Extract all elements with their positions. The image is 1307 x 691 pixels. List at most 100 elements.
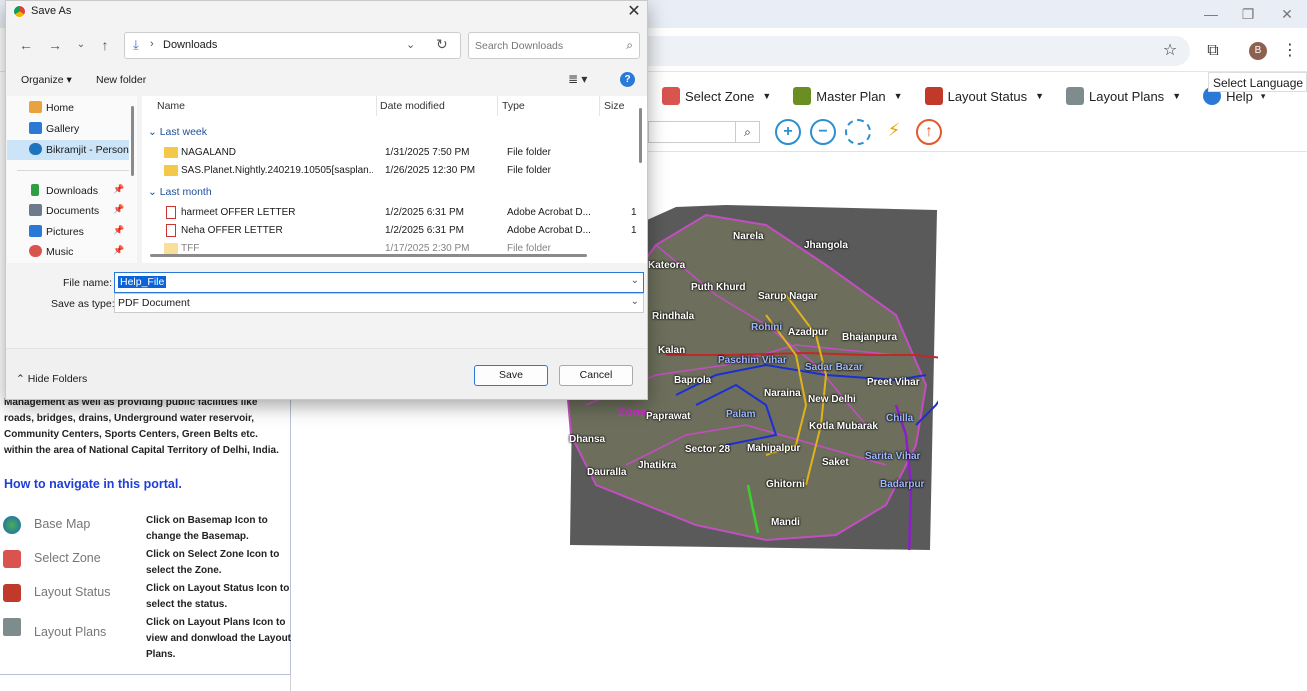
column-divider[interactable] — [497, 96, 498, 116]
file-list: Name Date modified Type Size ⌄ Last week… — [142, 96, 647, 263]
map-label: Kalan — [658, 345, 686, 356]
map-label: Jhatikra — [638, 460, 677, 471]
organize-button[interactable]: Organize ▾ — [21, 74, 72, 86]
save-as-type-select[interactable]: PDF Document ⌄ — [114, 293, 644, 313]
chevron-down-icon[interactable]: ⌄ — [631, 296, 639, 307]
pdf-icon — [166, 224, 176, 237]
group-header-last-month[interactable]: ⌄ Last month — [148, 186, 212, 198]
new-folder-button[interactable]: New folder — [96, 74, 146, 86]
browser-menu-icon[interactable]: ⋮ — [1279, 40, 1301, 62]
pin-icon[interactable]: 📌 — [113, 204, 124, 215]
zoom-out-icon[interactable]: − — [810, 119, 836, 145]
map-label: Sector 28 — [685, 444, 731, 455]
search-icon[interactable]: ⌕ — [626, 38, 633, 53]
file-name-input[interactable]: Help_File ⌄ — [114, 272, 644, 293]
close-icon[interactable]: ✕ — [624, 2, 644, 22]
clear-broom-icon[interactable]: ⚡ — [881, 119, 907, 145]
map-label: Mahipalpur — [747, 443, 801, 454]
up-arrow-icon[interactable]: ↑ — [96, 36, 114, 54]
nav-pane-scrollbar[interactable] — [131, 106, 134, 176]
file-name: NAGALAND — [181, 147, 237, 158]
nav-item-onedrive[interactable]: Bikramjit - Personal — [7, 140, 129, 160]
file-size: 1 — [631, 225, 637, 236]
check-badge-icon[interactable] — [3, 584, 21, 602]
map-label: Sadar Bazar — [805, 362, 863, 373]
search-downloads-input[interactable]: Search Downloads ⌕ — [468, 32, 640, 59]
file-list-horizontal-scrollbar[interactable] — [150, 254, 587, 257]
nav-label[interactable]: Base Map — [34, 517, 90, 531]
group-header-last-week[interactable]: ⌄ Last week — [148, 126, 207, 138]
chevron-down-icon[interactable]: ⌄ — [406, 38, 415, 51]
file-row[interactable]: SAS.Planet.Nightly.240219.10505[sasplan.… — [142, 162, 642, 180]
folder-icon — [164, 165, 178, 176]
globe-icon[interactable] — [3, 516, 21, 534]
menu-layout-status[interactable]: Layout Status ▼ — [924, 87, 1045, 105]
hide-folders-button[interactable]: ⌃ Hide Folders — [16, 373, 87, 385]
nav-item-gallery[interactable]: Gallery — [7, 119, 129, 139]
select-language[interactable]: Select Language — [1208, 72, 1307, 92]
column-header-name[interactable]: Name — [157, 100, 185, 112]
file-name-value[interactable]: Help_File — [118, 276, 167, 288]
refresh-icon[interactable]: ↻ — [436, 36, 448, 53]
column-header-date[interactable]: Date modified — [380, 100, 445, 112]
zoom-in-icon[interactable]: + — [775, 119, 801, 145]
map-search-input[interactable]: ⌕ — [648, 121, 760, 143]
portal-menu-bar: Select Zone ▼ Master Plan ▼ Layout Statu… — [648, 82, 1287, 110]
column-header-size[interactable]: Size — [604, 100, 624, 112]
minimize-button[interactable]: — — [1201, 4, 1221, 24]
extensions-icon[interactable]: ⧉ — [1202, 40, 1224, 62]
folder-icon — [164, 243, 178, 254]
caret-down-icon: ▼ — [1035, 91, 1045, 101]
back-arrow-icon[interactable]: ← — [17, 36, 35, 54]
pin-icon[interactable]: 📌 — [113, 184, 124, 195]
nav-item-downloads[interactable]: Downloads 📌 — [7, 181, 129, 201]
file-list-vertical-scrollbar[interactable] — [639, 108, 642, 163]
column-divider[interactable] — [376, 96, 377, 116]
address-bar[interactable]: ⤓ › Downloads ⌄ ↻ — [124, 32, 461, 59]
nav-label[interactable]: Layout Status — [34, 585, 110, 599]
menu-label: Layout Status — [947, 88, 1028, 104]
menu-master-plan[interactable]: Master Plan ▼ — [793, 87, 903, 105]
home-icon — [29, 101, 42, 113]
column-header-type[interactable]: Type — [502, 100, 525, 112]
address-path[interactable]: Downloads — [163, 39, 217, 51]
menu-select-zone[interactable]: Select Zone ▼ — [662, 87, 771, 105]
nav-item-home[interactable]: Home — [7, 98, 129, 118]
file-row[interactable]: Neha OFFER LETTER 1/2/2025 6:31 PM Adobe… — [142, 222, 642, 240]
address-omnibox[interactable] — [640, 36, 1190, 66]
close-window-button[interactable]: ✕ — [1277, 4, 1297, 24]
menu-label: Master Plan — [816, 88, 886, 104]
help-icon[interactable]: ? — [620, 72, 635, 87]
view-options-button[interactable]: ≣ ▾ — [568, 72, 587, 86]
map-pin-icon[interactable] — [3, 550, 21, 568]
column-divider[interactable] — [599, 96, 600, 116]
chevron-down-icon[interactable]: ⌄ — [631, 275, 639, 286]
search-icon[interactable]: ⌕ — [735, 122, 759, 142]
nav-row-base-map: Base Map Click on Basemap Icon to change… — [0, 513, 291, 547]
dialog-title-bar[interactable]: Save As ✕ — [6, 1, 647, 23]
bookmark-star-icon[interactable]: ☆ — [1159, 40, 1181, 62]
file-row[interactable]: harmeet OFFER LETTER 1/2/2025 6:31 PM Ad… — [142, 204, 642, 222]
locate-icon[interactable]: ↑ — [916, 119, 942, 145]
pin-icon[interactable]: 📌 — [113, 245, 124, 256]
nav-label[interactable]: Select Zone — [34, 551, 101, 565]
document-pen-icon[interactable] — [3, 618, 21, 636]
profile-avatar[interactable]: B — [1249, 42, 1267, 60]
map-label: Jhangola — [804, 240, 848, 251]
file-row[interactable]: NAGALAND 1/31/2025 7:50 PM File folder — [142, 144, 642, 162]
save-as-type-value: PDF Document — [118, 297, 190, 309]
folder-icon — [164, 147, 178, 158]
pin-icon[interactable]: 📌 — [113, 225, 124, 236]
nav-item-pictures[interactable]: Pictures 📌 — [7, 222, 129, 242]
menu-layout-plans[interactable]: Layout Plans ▼ — [1066, 87, 1181, 105]
cancel-button[interactable]: Cancel — [559, 365, 633, 386]
refresh-icon[interactable] — [845, 119, 871, 145]
menu-label: Select Zone — [685, 88, 755, 104]
recent-locations-icon[interactable]: ⌄ — [72, 36, 90, 54]
nav-label[interactable]: Layout Plans — [34, 625, 106, 639]
nav-item-documents[interactable]: Documents 📌 — [7, 201, 129, 221]
save-button[interactable]: Save — [474, 365, 548, 386]
restore-button[interactable]: ❐ — [1238, 4, 1258, 24]
forward-arrow-icon[interactable]: → — [46, 36, 64, 54]
nav-item-music[interactable]: Music 📌 — [7, 242, 129, 262]
